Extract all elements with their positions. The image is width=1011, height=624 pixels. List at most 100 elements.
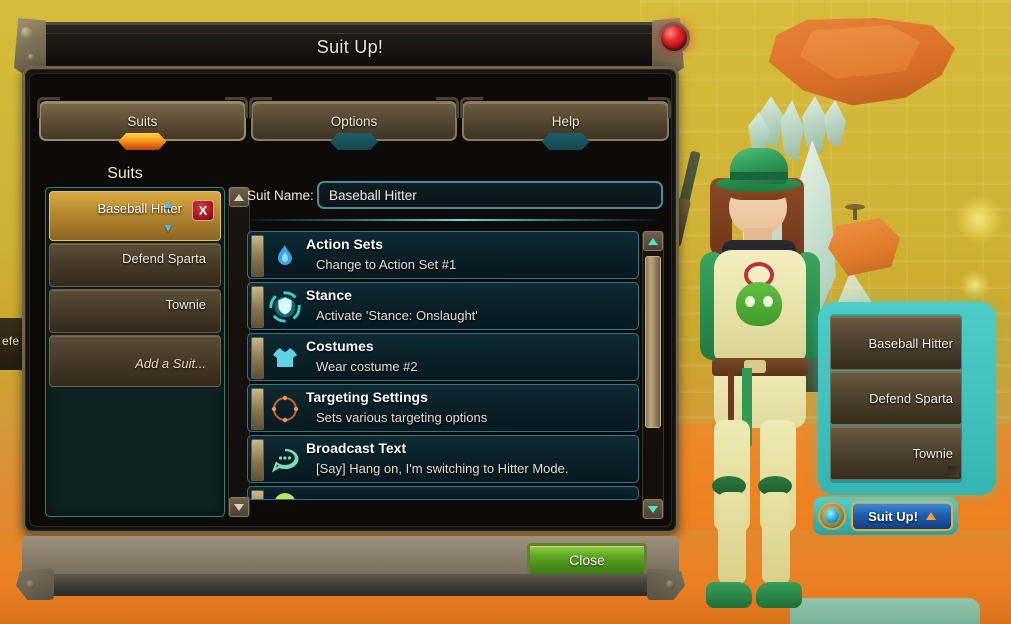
action-subtitle: Activate 'Stance: Onslaught' [316,308,478,323]
action-row-action-sets[interactable]: Action Sets Change to Action Set #1 [247,231,639,279]
action-row-handle[interactable] [251,388,264,430]
quick-suit-button-defend-sparta[interactable]: Defend Sparta [830,371,962,425]
move-suit-down-icon[interactable]: ▼ [162,222,174,234]
window-titlebar[interactable]: Suit Up! [30,22,670,72]
action-title: Stance [306,287,352,303]
action-title: Broadcast Text [306,440,407,456]
move-suit-up-icon[interactable]: ▲ [162,198,174,210]
tab-suits-indicator [118,133,167,150]
rivet-icon [21,27,32,38]
action-list-scroll-down-button[interactable] [643,499,663,519]
action-list-scrollbar[interactable] [642,231,664,519]
sky-light-orb [960,270,990,300]
action-title: Targeting Settings [306,389,428,405]
action-subtitle: Change to Action Set #1 [316,257,457,272]
floating-rock-small-stem [853,208,857,220]
character-boot-left [706,582,752,608]
quick-suit-button-baseball-hitter[interactable]: Baseball Hitter [830,316,962,370]
tab-options-indicator [330,133,378,150]
suit-name-row: Suit Name: [243,181,663,211]
shield-icon [268,290,302,324]
suit-list-item-baseball-hitter[interactable]: Baseball Hitter ▲ ▼ X [49,191,221,241]
tab-help[interactable]: Help [460,97,671,150]
triangle-up-icon [648,237,658,245]
action-row-handle[interactable] [251,337,264,379]
window-footer-strip [22,574,679,596]
action-row-costumes[interactable]: Costumes Wear costume #2 [247,333,639,381]
tab-options[interactable]: Options [248,97,460,150]
character-shin-right [762,492,790,584]
tab-bar: Suits Options Help [37,97,671,153]
action-row-broadcast-text[interactable]: Broadcast Text [Say] Hang on, I'm switch… [247,435,639,483]
action-row-stance[interactable]: Stance Activate 'Stance: Onslaught' [247,282,639,330]
character-hat-band [730,172,788,180]
triangle-down-icon [648,505,658,513]
action-title: Costumes [306,338,374,354]
gear-icon[interactable] [818,502,846,530]
suit-quick-panel: Baseball Hitter Defend Sparta Townie [818,302,996,495]
suit-name-input[interactable] [317,181,663,209]
add-suit-button[interactable]: Add a Suit... [49,335,221,387]
action-list-scroll-thumb[interactable] [645,256,661,428]
section-heading: Suits [107,165,143,182]
action-title: Action Sets [306,236,384,252]
window-body: Suits Options Help Suits Baseball Hitter… [22,66,679,534]
quick-suit-label: Townie [912,445,953,461]
suit-list-item-label: Defend Sparta [122,251,206,266]
character-skull-eye [745,296,755,307]
character-boot-right [756,582,802,608]
suit-detail-panel: Suit Name: Action Sets Change to Action … [243,181,664,521]
window-title: Suit Up! [316,37,384,57]
shirt-icon [268,341,302,375]
action-subtitle: [Say] Hang on, I'm switching to Hitter M… [316,461,569,476]
action-subtitle: Wear costume #2 [316,359,418,374]
action-subtitle: Sets various targeting options [316,410,488,425]
character-shin-left [718,492,746,584]
suit-list-item-defend-sparta[interactable]: Defend Sparta [49,243,221,287]
tab-options-label: Options [330,113,378,129]
titlebar-groove [38,33,662,34]
footer-left-bracket [16,568,54,600]
quick-suit-label: Defend Sparta [869,390,953,406]
partial-icon [268,487,302,499]
character-skull-graphic [736,282,782,326]
suit-up-action-bar: Suit Up! [813,497,958,535]
resize-handle-icon[interactable] [948,466,959,477]
action-list-scroll-up-button[interactable] [643,231,663,251]
suit-list-item-label: Townie [165,297,206,312]
gear-core [825,509,839,523]
action-row-handle[interactable] [251,286,264,328]
add-suit-label: Add a Suit... [135,356,206,371]
speech-bubble-icon [268,443,302,477]
action-row-handle[interactable] [251,490,264,499]
quick-suit-label: Baseball Hitter [868,335,953,351]
suit-up-button[interactable]: Suit Up! [851,501,953,531]
delete-suit-button[interactable]: X [192,200,214,221]
quick-suit-button-townie[interactable]: Townie [830,426,962,480]
action-row-handle[interactable] [251,235,264,277]
character-skull-eye [763,296,773,307]
suit-list-item-townie[interactable]: Townie [49,289,221,333]
close-button[interactable]: Close [527,543,647,577]
section-divider [249,219,657,221]
status-led-indicator[interactable] [658,22,690,54]
tab-suits[interactable]: Suits [37,97,248,150]
rivet-icon [666,580,675,589]
action-row-targeting-settings[interactable]: Targeting Settings Sets various targetin… [247,384,639,432]
crosshair-icon [268,392,302,426]
action-row-handle[interactable] [251,439,264,481]
suit-list: Baseball Hitter ▲ ▼ X Defend Sparta Town… [45,187,225,517]
teal-platform [790,598,980,624]
suit-up-label: Suit Up! [868,508,918,524]
action-row-partial[interactable] [247,486,639,500]
rivet-icon [28,54,34,60]
suit-action-list: Action Sets Change to Action Set #1 Stan… [247,231,639,519]
flame-icon [268,239,302,273]
rivet-icon [26,580,35,589]
suit-up-window: Suit Up! Suits Options Help Suits Baseba… [8,8,693,600]
sky-light-orb [955,195,1003,243]
tab-help-label: Help [551,113,580,129]
suit-name-label: Suit Name: [247,188,314,203]
caret-up-icon [925,512,936,520]
tab-help-indicator [541,133,590,150]
